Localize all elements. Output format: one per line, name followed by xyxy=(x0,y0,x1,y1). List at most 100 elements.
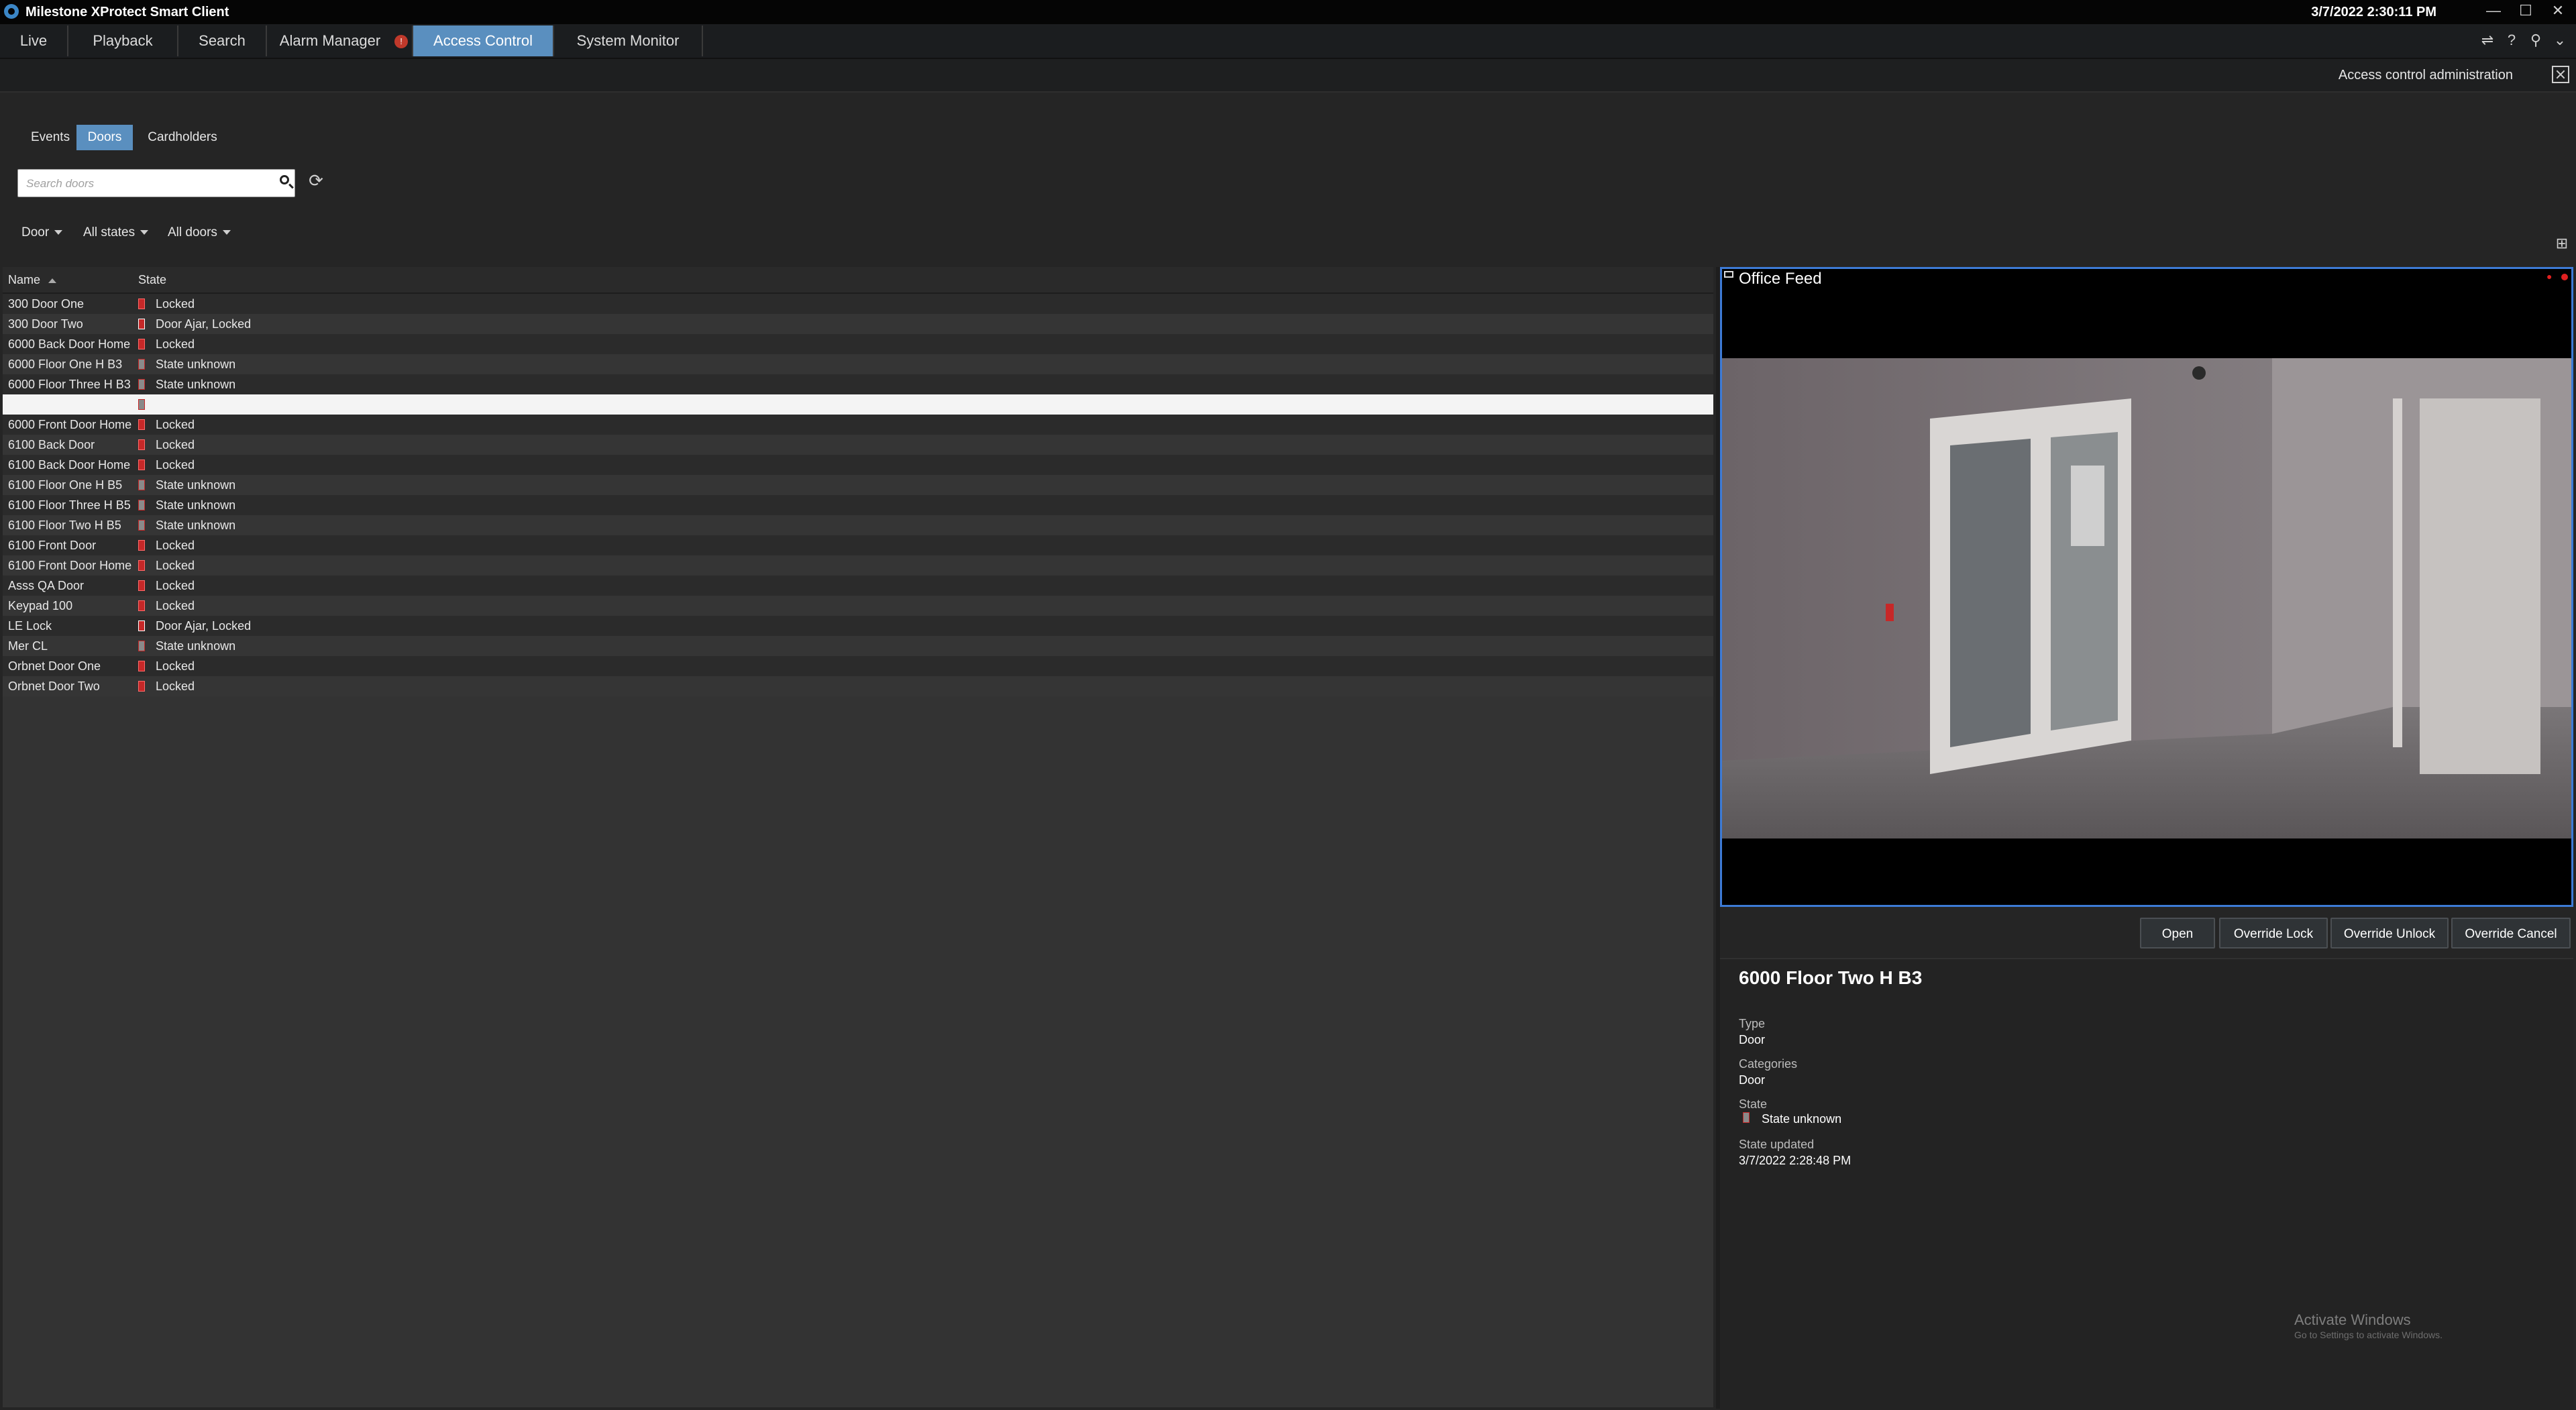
table-row[interactable]: 6100 Front Door Locked xyxy=(3,535,1713,555)
menu-chevron-icon[interactable]: ⌄ xyxy=(2551,31,2569,50)
table-row[interactable]: LE Lock Door Ajar, Locked xyxy=(3,616,1713,636)
alarm-badge: ! xyxy=(394,35,408,48)
open-button[interactable]: Open xyxy=(2140,918,2215,948)
table-row[interactable]: Asss QA Door Locked xyxy=(3,576,1713,596)
table-row[interactable]: 300 Door One Locked xyxy=(3,294,1713,314)
door-state-cell: State unknown xyxy=(156,639,236,653)
table-row[interactable] xyxy=(3,394,1713,415)
table-row[interactable]: 6100 Front Door Home Locked xyxy=(3,555,1713,576)
table-row[interactable]: Keypad 100 Locked xyxy=(3,596,1713,616)
door-name-cell: 6100 Floor Three H B5 xyxy=(8,498,131,512)
filter-type-dropdown[interactable]: Door xyxy=(21,221,63,244)
table-row[interactable]: Orbnet Door Two Locked xyxy=(3,676,1713,696)
door-state-cell: Door Ajar, Locked xyxy=(156,619,252,633)
minimize-button[interactable]: — xyxy=(2478,0,2509,24)
table-row[interactable]: 6000 Floor One H B3 State unknown xyxy=(3,354,1713,374)
table-row[interactable]: 6100 Floor Two H B5 State unknown xyxy=(3,515,1713,535)
maximize-button[interactable]: ☐ xyxy=(2510,0,2541,24)
door-unknown-icon xyxy=(138,520,145,531)
help-icon[interactable]: ? xyxy=(2502,31,2521,50)
column-state-header[interactable]: State xyxy=(138,267,166,292)
door-name-cell: 6000 Back Door Home xyxy=(8,337,131,351)
state-label: State xyxy=(1739,1097,1768,1111)
subtab-events[interactable]: Events xyxy=(20,125,76,150)
tab-search[interactable]: Search xyxy=(178,25,267,56)
door-locked-icon xyxy=(138,580,145,591)
door-unknown-icon xyxy=(138,379,145,390)
tab-system-monitor[interactable]: System Monitor xyxy=(554,25,703,56)
door-state-cell: Locked xyxy=(156,438,195,451)
state-updated-value: 3/7/2022 2:28:48 PM xyxy=(1739,1154,1851,1167)
door-state-cell: Locked xyxy=(156,539,195,552)
door-locked-icon xyxy=(138,681,145,692)
subtab-doors[interactable]: Doors xyxy=(76,125,133,150)
app-logo-icon xyxy=(4,4,19,19)
access-control-admin-link[interactable]: Access control administration xyxy=(2339,66,2513,85)
override-lock-button[interactable]: Override Lock xyxy=(2219,918,2328,948)
layout-toggle-icon[interactable]: ⊞ xyxy=(2553,235,2571,252)
door-name-cell: 6000 Front Door Home xyxy=(8,418,132,431)
type-label: Type xyxy=(1739,1017,1766,1030)
sort-ascending-icon xyxy=(48,278,57,283)
door-state-cell: Locked xyxy=(156,599,195,612)
door-state-cell: State unknown xyxy=(156,378,236,391)
subtab-cardholders[interactable]: Cardholders xyxy=(136,125,229,150)
sub-header xyxy=(0,59,2576,93)
door-unknown-icon xyxy=(138,399,145,410)
refresh-icon[interactable]: ⟳ xyxy=(306,170,326,191)
disconnect-icon[interactable]: ⇌ xyxy=(2478,31,2497,50)
door-locked-icon xyxy=(138,560,145,571)
table-row[interactable]: 6000 Floor Three H B3 State unknown xyxy=(3,374,1713,394)
override-cancel-button[interactable]: Override Cancel xyxy=(2451,918,2571,948)
table-row[interactable]: 6100 Floor One H B5 State unknown xyxy=(3,475,1713,495)
table-row[interactable]: Orbnet Door One Locked xyxy=(3,656,1713,676)
filter-state-label: All states xyxy=(83,225,136,239)
door-unknown-icon xyxy=(138,500,145,510)
filter-doors-dropdown[interactable]: All doors xyxy=(168,221,231,244)
door-name-cell: Mer CL xyxy=(8,639,48,653)
table-row[interactable]: 300 Door Two Door Ajar, Locked xyxy=(3,314,1713,334)
table-body: 300 Door One Locked 300 Door Two Door Ajar,… xyxy=(3,294,1713,696)
filter-type-label: Door xyxy=(21,225,50,239)
filter-state-dropdown[interactable]: All states xyxy=(83,221,149,244)
door-unknown-icon xyxy=(138,641,145,651)
search-input[interactable] xyxy=(25,174,262,194)
fullscreen-icon[interactable] xyxy=(2552,66,2569,83)
table-row[interactable]: 6100 Back Door Locked xyxy=(3,435,1713,455)
door-state-cell: Locked xyxy=(156,559,195,572)
tab-alarm-manager[interactable]: Alarm Manager xyxy=(267,25,413,56)
door-unknown-icon xyxy=(138,359,145,370)
tab-access-control[interactable]: Access Control xyxy=(413,25,554,56)
table-row[interactable]: Mer CL State unknown xyxy=(3,636,1713,656)
door-details-panel xyxy=(1720,958,2573,1410)
door-name-cell: 300 Door One xyxy=(8,297,85,311)
column-state-label: State xyxy=(138,273,167,286)
door-locked-icon xyxy=(138,540,145,551)
office-scene-illustration xyxy=(1722,358,2571,838)
door-locked-icon xyxy=(138,339,145,349)
door-name-cell: Keypad 100 xyxy=(8,599,73,612)
clock: 3/7/2022 2:30:11 PM xyxy=(2311,5,2436,19)
door-name-cell: Asss QA Door xyxy=(8,579,85,592)
search-box xyxy=(17,169,295,197)
close-button[interactable]: ✕ xyxy=(2542,0,2573,24)
door-name-cell: 6000 Floor One H B3 xyxy=(8,358,123,371)
video-title: Office Feed xyxy=(1739,270,1822,288)
doors-table: Name State 300 Door One Locked 300 Door Tw… xyxy=(3,267,1713,1407)
column-name-header[interactable]: Name xyxy=(8,267,57,292)
tab-live[interactable]: Live xyxy=(0,25,68,56)
door-state-cell: Locked xyxy=(156,458,195,472)
search-icon[interactable] xyxy=(280,175,289,184)
table-row[interactable]: 6100 Floor Three H B5 State unknown xyxy=(3,495,1713,515)
override-unlock-button[interactable]: Override Unlock xyxy=(2330,918,2449,948)
tab-playback[interactable]: Playback xyxy=(68,25,178,56)
pin-icon[interactable]: ⚲ xyxy=(2526,31,2545,50)
door-name-cell: 6100 Floor One H B5 xyxy=(8,478,123,492)
table-row[interactable]: 6000 Front Door Home Locked xyxy=(3,415,1713,435)
table-row[interactable]: 6000 Back Door Home Locked xyxy=(3,334,1713,354)
door-locked-icon xyxy=(138,439,145,450)
chevron-down-icon xyxy=(140,230,149,235)
state-unknown-icon xyxy=(1743,1112,1750,1123)
table-row[interactable]: 6100 Back Door Home Locked xyxy=(3,455,1713,475)
door-name-cell: 6100 Front Door Home xyxy=(8,559,132,572)
